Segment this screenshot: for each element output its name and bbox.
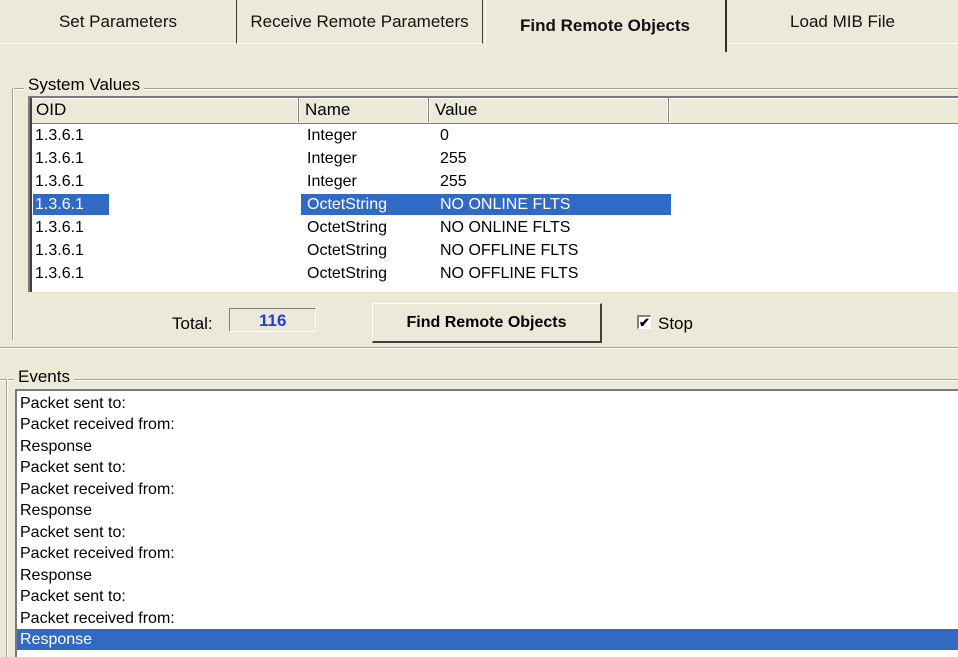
cell-value: 0 [440, 127, 449, 144]
events-list[interactable]: Packet sent to: Packet received from: Re… [15, 389, 958, 657]
table-row[interactable]: 1.3.6.1 Integer 0 [30, 124, 958, 147]
cell-name: OctetString [307, 219, 388, 236]
cell-name: OctetString [307, 196, 388, 213]
cell-value: 255 [440, 150, 467, 167]
cell-oid: 1.3.6.1 [35, 173, 84, 190]
cell-name: Integer [307, 150, 357, 167]
table-row[interactable]: 1.3.6.1 Integer 255 [30, 147, 958, 170]
list-item[interactable]: Response [17, 500, 958, 521]
tab-find-remote-objects[interactable]: Find Remote Objects [485, 0, 727, 52]
table-row[interactable]: 1.3.6.1 OctetString NO ONLINE FLTS [30, 216, 958, 239]
list-item[interactable]: Packet received from: [17, 479, 958, 500]
list-item-selected[interactable]: Response [17, 629, 958, 650]
column-header-value[interactable]: Value [429, 98, 669, 122]
list-item[interactable]: Packet sent to: [17, 586, 958, 607]
system-values-frame-left [12, 88, 14, 340]
list-item[interactable]: Response [17, 565, 958, 586]
cell-name: Integer [307, 127, 357, 144]
cell-value: NO OFFLINE FLTS [440, 242, 579, 259]
system-values-title: System Values [24, 75, 145, 95]
cell-name: OctetString [307, 265, 388, 282]
list-item[interactable]: Response [17, 436, 958, 457]
tab-load-mib-file[interactable]: Load MIB File [727, 0, 958, 44]
cell-oid: 1.3.6.1 [35, 127, 84, 144]
cell-oid: 1.3.6.1 [32, 193, 110, 216]
stop-label[interactable]: Stop [658, 314, 693, 334]
cell-oid: 1.3.6.1 [35, 219, 84, 236]
total-label: Total: [172, 314, 213, 333]
list-item[interactable]: Packet received from: [17, 543, 958, 564]
list-header: OID Name Value [30, 98, 958, 124]
cell-value: NO ONLINE FLTS [440, 219, 571, 236]
column-header-oid[interactable]: OID [30, 98, 299, 122]
table-row-selected[interactable]: 1.3.6.1 OctetString NO ONLINE FLTS [30, 193, 958, 216]
column-header-name[interactable]: Name [299, 98, 429, 122]
list-inner-border [30, 98, 32, 292]
cell-value: 255 [440, 173, 467, 190]
events-title: Events [14, 367, 74, 387]
cell-value: NO OFFLINE FLTS [440, 265, 579, 282]
table-row[interactable]: 1.3.6.1 OctetString NO OFFLINE FLTS [30, 239, 958, 262]
list-item[interactable]: Packet received from: [17, 414, 958, 435]
column-header-empty [669, 98, 958, 122]
list-item[interactable]: Packet sent to: [17, 457, 958, 478]
cell-oid: 1.3.6.1 [35, 150, 84, 167]
find-remote-objects-button[interactable]: Find Remote Objects [372, 303, 602, 343]
events-frame-divider [0, 347, 958, 349]
stop-checkbox[interactable]: ✔ [637, 315, 651, 329]
table-row[interactable]: 1.3.6.1 Integer 255 [30, 170, 958, 193]
events-frame-left [6, 379, 8, 657]
tab-strip: Set Parameters Receive Remote Parameters… [0, 0, 958, 60]
events-frame-top [0, 379, 958, 381]
table-row[interactable]: 1.3.6.1 OctetString NO OFFLINE FLTS [30, 262, 958, 285]
cell-name: Integer [307, 173, 357, 190]
list-item[interactable]: Packet sent to: [17, 393, 958, 414]
cell-oid: 1.3.6.1 [35, 242, 84, 259]
cell-value: NO ONLINE FLTS [440, 196, 571, 213]
cell-oid: 1.3.6.1 [35, 265, 84, 282]
system-values-frame-top [12, 88, 958, 90]
list-item[interactable]: Packet received from: [17, 608, 958, 629]
total-value: 116 [229, 308, 316, 332]
tab-set-parameters[interactable]: Set Parameters [0, 0, 237, 44]
list-item[interactable]: Packet sent to: [17, 522, 958, 543]
tab-receive-remote-parameters[interactable]: Receive Remote Parameters [237, 0, 483, 44]
system-values-list[interactable]: OID Name Value 1.3.6.1 Integer 0 1.3.6.1… [28, 96, 958, 292]
cell-name: OctetString [307, 242, 388, 259]
